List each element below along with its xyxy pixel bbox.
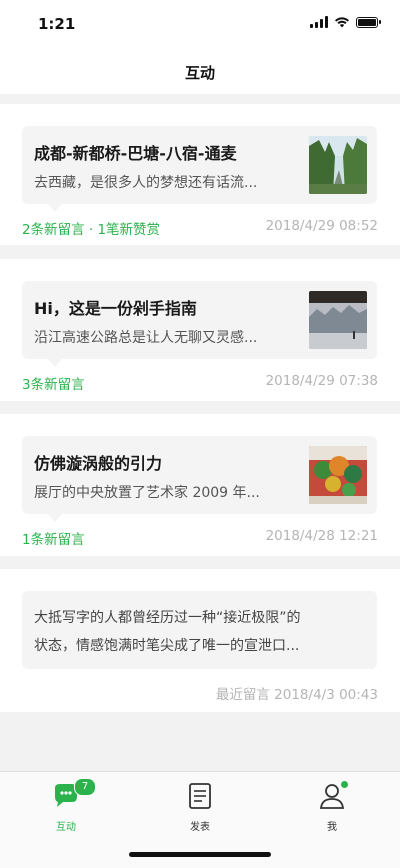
status-bar: 1:21 <box>0 0 400 48</box>
activity-summary: 3条新留言 <box>22 377 85 393</box>
activity-summary: 1条新留言 <box>22 532 85 548</box>
message-item[interactable]: 大抵写字的人都曾经历过一种“接近极限”的 状态，情感饱满时笔尖成了唯一的宣泄口.… <box>0 569 400 712</box>
tab-label: 我 <box>327 822 337 833</box>
notification-dot <box>341 781 348 788</box>
article-title: 仿佛漩涡般的引力 <box>34 454 163 473</box>
timestamp: 2018/4/29 08:52 <box>265 218 378 234</box>
wifi-icon <box>335 17 349 28</box>
note-excerpt-line: 大抵写字的人都曾经历过一种“接近极限”的 <box>34 610 301 626</box>
message-item[interactable]: 成都-新都桥-巴塘-八宿-通麦 去西藏，是很多人的梦想还有话流... 2条新留言… <box>0 104 400 245</box>
article-excerpt: 沿江高速公路总是让人无聊又灵感... <box>34 330 258 346</box>
tab-me[interactable]: 我 <box>292 781 372 833</box>
tab-publish[interactable]: 发表 <box>160 782 240 833</box>
article-excerpt: 展厅的中央放置了艺术家 2009 年... <box>34 485 260 501</box>
chat-bubble-icon: 7 <box>50 778 96 810</box>
article-thumbnail <box>309 446 367 504</box>
status-icons <box>310 16 381 28</box>
page-title: 互动 <box>184 64 215 82</box>
timestamp: 2018/4/29 07:38 <box>265 373 378 389</box>
article-card[interactable]: 仿佛漩涡般的引力 展厅的中央放置了艺术家 2009 年... <box>22 436 377 522</box>
article-card[interactable]: Hi，这是一份剁手指南 沿江高速公路总是让人无聊又灵感... <box>22 281 377 367</box>
timestamp: 2018/4/28 12:21 <box>265 528 378 544</box>
article-thumbnail <box>309 136 367 194</box>
article-excerpt: 去西藏，是很多人的梦想还有话流... <box>34 175 258 191</box>
activity-summary: 2条新留言 · 1笔新赞赏 <box>22 222 161 238</box>
unread-badge: 7 <box>74 778 96 796</box>
article-title: 成都-新都桥-巴塘-八宿-通麦 <box>34 144 237 163</box>
timestamp: 最近留言 2018/4/3 00:43 <box>215 687 378 703</box>
message-item[interactable]: 仿佛漩涡般的引力 展厅的中央放置了艺术家 2009 年... 1条新留言 201… <box>0 414 400 556</box>
tab-interaction[interactable]: 7 互动 <box>26 778 106 833</box>
tab-label: 互动 <box>56 822 76 833</box>
home-indicator[interactable] <box>129 852 271 857</box>
battery-icon <box>356 16 381 28</box>
note-card[interactable]: 大抵写字的人都曾经历过一种“接近极限”的 状态，情感饱满时笔尖成了唯一的宣泄口.… <box>22 591 377 669</box>
signal-icon <box>310 16 328 28</box>
document-icon <box>184 782 216 810</box>
article-thumbnail <box>309 291 367 349</box>
article-card[interactable]: 成都-新都桥-巴塘-八宿-通麦 去西藏，是很多人的梦想还有话流... <box>22 126 377 212</box>
note-excerpt-line: 状态，情感饱满时笔尖成了唯一的宣泄口... <box>34 638 300 654</box>
person-icon <box>316 781 348 810</box>
message-item[interactable]: Hi，这是一份剁手指南 沿江高速公路总是让人无聊又灵感... 3条新留言 201… <box>0 259 400 401</box>
nav-header: 互动 <box>0 48 400 94</box>
status-time: 1:21 <box>38 15 76 33</box>
article-title: Hi，这是一份剁手指南 <box>34 299 197 318</box>
tab-label: 发表 <box>190 822 210 833</box>
